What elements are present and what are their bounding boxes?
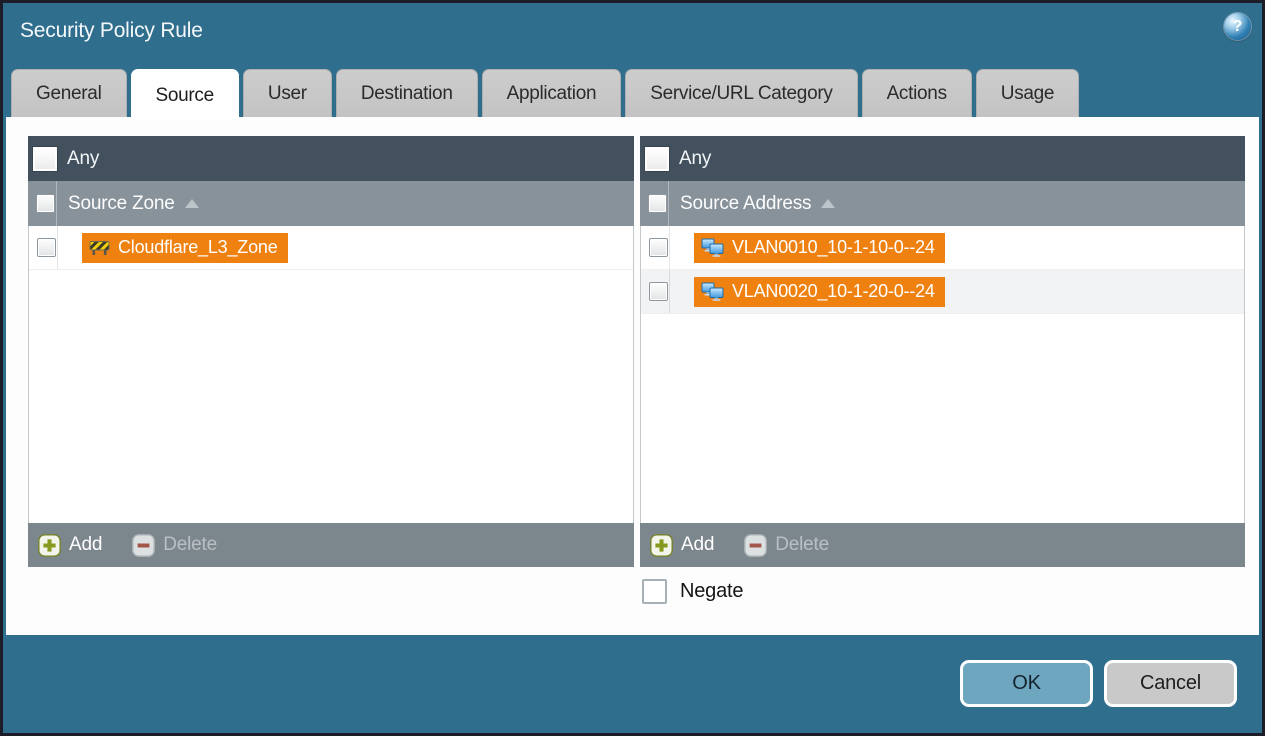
address-icon [701,282,724,301]
row-checkbox[interactable] [649,238,668,257]
table-row[interactable]: VLAN0020_10-1-20-0--24 [641,270,1244,314]
source-tab-content: Any Source Zone Cloudflare_L3_Zone Add D… [6,117,1259,635]
negate-label: Negate [680,580,744,602]
source-address-name: VLAN0020_10-1-20-0--24 [732,281,935,301]
security-policy-rule-dialog: Security Policy Rule ? General Source Us… [0,0,1265,736]
tab-application[interactable]: Application [481,69,622,117]
tab-bar: General Source User Destination Applicat… [11,69,1080,121]
tab-actions[interactable]: Actions [861,69,972,117]
cancel-button[interactable]: Cancel [1104,660,1237,707]
negate-checkbox[interactable] [642,579,667,604]
source-address-column-label: Source Address [680,192,812,214]
source-address-chip[interactable]: VLAN0020_10-1-20-0--24 [694,276,945,307]
address-icon [701,238,724,257]
delete-button: Delete [775,534,829,555]
table-row[interactable]: VLAN0010_10-1-10-0--24 [641,226,1244,270]
negate-option: Negate [642,579,743,604]
zone-icon [89,241,110,255]
add-button[interactable]: Add [69,534,102,556]
dialog-titlebar: Security Policy Rule ? [3,3,1262,66]
tab-service-url-category[interactable]: Service/URL Category [625,69,858,117]
source-zone-toolbar: Add Delete [28,523,634,567]
tab-general[interactable]: General [11,69,127,117]
source-address-chip[interactable]: VLAN0010_10-1-10-0--24 [694,232,945,263]
source-zone-any-checkbox[interactable] [33,146,57,171]
delete-icon [132,533,156,557]
source-address-panel: Any Source Address VLAN0010_10-1-10-0--2… [640,136,1245,567]
source-zone-any-label: Any [67,147,100,169]
ok-button[interactable]: OK [960,660,1093,707]
add-icon[interactable] [650,533,673,557]
table-row[interactable]: Cloudflare_L3_Zone [29,226,633,270]
dialog-title: Security Policy Rule [20,19,203,42]
source-address-any-header: Any [640,136,1245,181]
source-address-list: VLAN0010_10-1-10-0--24 VLAN0020_10-1-20-… [640,226,1245,523]
tab-source[interactable]: Source [130,69,239,121]
source-zone-panel: Any Source Zone Cloudflare_L3_Zone Add D… [28,136,634,567]
source-zone-column-label: Source Zone [68,192,175,214]
source-address-column-header[interactable]: Source Address [640,181,1245,226]
source-address-any-label: Any [679,147,712,169]
source-zone-chip[interactable]: Cloudflare_L3_Zone [82,232,288,263]
help-icon[interactable]: ? [1224,13,1251,40]
source-address-select-all-checkbox[interactable] [648,194,667,213]
source-zone-name: Cloudflare_L3_Zone [118,237,278,257]
add-button[interactable]: Add [681,534,714,556]
source-zone-column-header[interactable]: Source Zone [28,181,634,226]
sort-ascending-icon [821,199,836,208]
source-zone-any-header: Any [28,136,634,181]
delete-button: Delete [163,534,217,555]
delete-icon [744,533,768,557]
dialog-footer: OK Cancel [3,632,1262,733]
tab-user[interactable]: User [242,69,332,117]
source-address-toolbar: Add Delete [640,523,1245,567]
source-zone-list: Cloudflare_L3_Zone [28,226,634,523]
tab-destination[interactable]: Destination [335,69,478,117]
source-address-name: VLAN0010_10-1-10-0--24 [732,237,935,257]
row-checkbox[interactable] [37,238,56,257]
source-zone-select-all-checkbox[interactable] [36,194,55,213]
tab-usage[interactable]: Usage [975,69,1080,117]
source-address-any-checkbox[interactable] [645,146,669,171]
add-icon[interactable] [38,533,61,557]
row-checkbox[interactable] [649,282,668,301]
sort-ascending-icon [184,199,199,208]
